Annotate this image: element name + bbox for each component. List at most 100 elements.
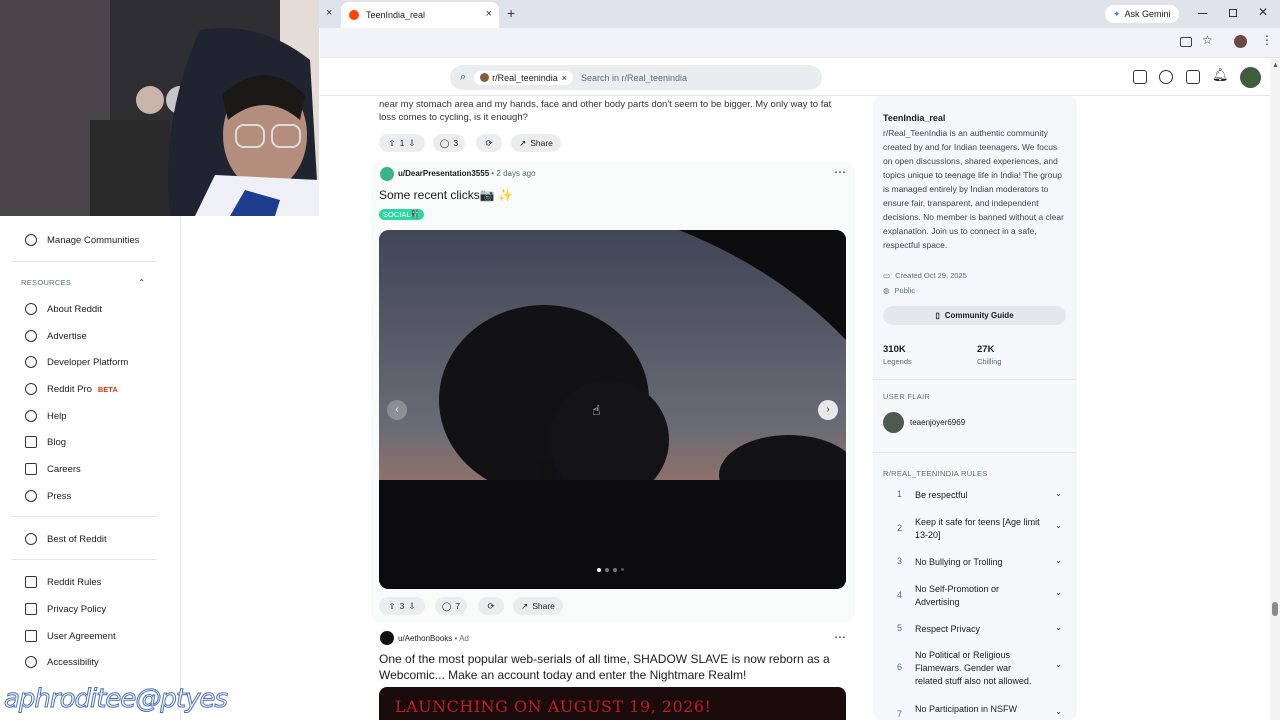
scrollbar-thumb[interactable] [1272, 602, 1278, 616]
subreddit-chip[interactable]: r/Real_teenindia × [474, 70, 573, 85]
vote-control[interactable]: ⇧ 1 ⇩ [379, 134, 425, 152]
advertise-icon[interactable] [1133, 70, 1147, 84]
webcam-video-image [0, 0, 319, 216]
rule-item[interactable]: 2 Keep it safe for teens [Age limit 13-2… [883, 516, 1068, 544]
minimize-icon[interactable] [1198, 13, 1207, 14]
vote-count: 3 [399, 601, 405, 611]
nav-label: Help [47, 410, 67, 422]
nav-reddit-rules[interactable]: Reddit Rules [25, 576, 101, 588]
page-scrollbar[interactable]: ▲ [1270, 58, 1280, 720]
install-app-icon[interactable] [1180, 37, 1192, 47]
agreement-icon [25, 630, 37, 642]
online-count: 27K [977, 344, 995, 355]
ask-gemini-button[interactable]: ✦ Ask Gemini [1105, 5, 1179, 23]
created-label: Created Oct 29, 2025 [895, 271, 967, 280]
carousel-dot-active[interactable] [597, 568, 601, 572]
comments-button[interactable]: ◯ 7 [435, 597, 467, 615]
gear-icon [25, 234, 37, 246]
close-browser-icon[interactable]: ✕ [1258, 5, 1268, 19]
megaphone-icon [25, 330, 37, 342]
bookmark-star-icon[interactable]: ☆ [1202, 33, 1213, 47]
reddit-favicon-icon [349, 10, 359, 20]
rule-item[interactable]: 1 Be respectful ⌄ [883, 489, 1068, 503]
author-avatar[interactable] [380, 167, 394, 181]
upvote-icon[interactable]: ⇧ [389, 601, 396, 612]
nav-accessibility[interactable]: Accessibility [25, 656, 99, 668]
beta-badge: BETA [97, 384, 118, 394]
rule-item[interactable]: 3 No Bullying or Trolling ⌄ [883, 556, 1068, 570]
chat-icon[interactable] [1159, 70, 1173, 84]
comment-count: 3 [453, 138, 459, 148]
user-flair[interactable]: teaenjoyer6969 [883, 412, 965, 433]
chip-remove-icon[interactable]: × [562, 73, 567, 83]
browser-tab[interactable]: TeenIndia_real × [341, 2, 499, 28]
nav-privacy-policy[interactable]: Privacy Policy [25, 603, 106, 615]
nav-reddit-pro[interactable]: Reddit Pro BETA [25, 383, 118, 395]
carousel-dot[interactable] [621, 568, 624, 571]
advertiser-name[interactable]: u/AethonBooks [398, 634, 452, 643]
nav-developer-platform[interactable]: Developer Platform [25, 356, 128, 368]
user-avatar[interactable] [1240, 67, 1261, 88]
share-button[interactable]: ↗ Share [511, 134, 561, 152]
nav-best-of-reddit[interactable]: Best of Reddit [25, 533, 107, 545]
nav-help[interactable]: Help [25, 410, 67, 422]
carousel-dot[interactable] [613, 568, 617, 572]
developer-icon [25, 356, 37, 368]
post-image-carousel[interactable]: ‹ › [379, 230, 846, 589]
carousel-next-button[interactable]: › [818, 400, 838, 420]
carousel-prev-button[interactable]: ‹ [387, 400, 407, 420]
reddit-pro-icon [25, 383, 37, 395]
post-author[interactable]: u/DearPresentation3555 [398, 169, 489, 178]
community-sidebar: TeenIndia_real r/Real_TeenIndia is an au… [873, 96, 1077, 720]
post-2-title[interactable]: Some recent clicks📷 ✨ [379, 188, 513, 202]
nav-label: Privacy Policy [47, 603, 107, 615]
share-button[interactable]: ↗ Share [513, 597, 563, 615]
overflow-menu-icon[interactable]: ⋯ [834, 630, 846, 644]
search-icon: ⌕ [460, 71, 467, 83]
search-input[interactable]: ⌕ r/Real_teenindia × Search in r/Real_te… [450, 65, 822, 90]
community-name: TeenIndia_real [883, 113, 946, 123]
nav-label: Press [47, 490, 72, 502]
rule-item[interactable]: 5 Respect Privacy ⌄ [883, 623, 1068, 637]
post-flair[interactable]: SOCIAL👫 [379, 209, 424, 220]
rule-item[interactable]: 6 No Political or Religious Flamewars. G… [883, 649, 1068, 691]
ad-banner[interactable]: LAUNCHING ON AUGUST 19, 2026! [379, 687, 846, 720]
post-3-title[interactable]: One of the most popular web-serials of a… [379, 651, 849, 683]
crosspost-button[interactable]: ⟳ [478, 597, 504, 615]
divider [11, 559, 157, 560]
link-icon [25, 490, 37, 502]
restore-icon[interactable] [1229, 9, 1237, 17]
resources-section-toggle[interactable]: RESOURCES ⌃ [21, 278, 145, 287]
nav-about-reddit[interactable]: About Reddit [25, 303, 102, 315]
comments-button[interactable]: ◯ 3 [433, 134, 465, 152]
downvote-icon[interactable]: ⇩ [408, 601, 415, 612]
create-post-icon[interactable] [1186, 70, 1200, 84]
notifications-bell-icon[interactable]: 🔔︎ [1212, 67, 1229, 83]
nav-user-agreement[interactable]: User Agreement [25, 630, 116, 642]
tab-close-icon[interactable]: × [486, 8, 492, 20]
manage-communities-link[interactable]: Manage Communities [25, 234, 139, 246]
carousel-dot[interactable] [605, 568, 609, 572]
new-tab-button[interactable]: + [507, 5, 515, 21]
crosspost-button[interactable]: ⟳ [476, 134, 502, 152]
resources-title: RESOURCES [21, 278, 72, 287]
rule-number: 5 [897, 623, 903, 633]
nav-blog[interactable]: Blog [25, 436, 66, 448]
rule-item[interactable]: 4 No Self-Promotion or Advertising ⌄ [883, 583, 1068, 611]
downvote-icon[interactable]: ⇩ [408, 138, 415, 149]
nav-advertise[interactable]: Advertise [25, 330, 87, 342]
upvote-icon[interactable]: ⇧ [389, 138, 396, 149]
advertiser-avatar[interactable] [380, 631, 394, 645]
rule-text: No Political or Religious Flamewars. Gen… [915, 650, 1032, 686]
nav-press[interactable]: Press [25, 490, 71, 502]
scroll-up-arrow-icon[interactable]: ▲ [1272, 62, 1279, 69]
close-window-icon[interactable]: × [326, 7, 332, 19]
overflow-menu-icon[interactable]: ⋯ [834, 165, 846, 179]
vote-control[interactable]: ⇧ 3 ⇩ [379, 597, 425, 615]
nav-careers[interactable]: Careers [25, 463, 81, 475]
rule-item[interactable]: 7 No Participation in NSFW ⌄ [883, 703, 1068, 719]
browser-menu-icon[interactable]: ⋮ [1261, 33, 1273, 47]
community-guide-button[interactable]: ▯ Community Guide [883, 306, 1066, 325]
profile-avatar-icon[interactable] [1234, 35, 1247, 48]
community-guide-label: Community Guide [944, 311, 1014, 320]
